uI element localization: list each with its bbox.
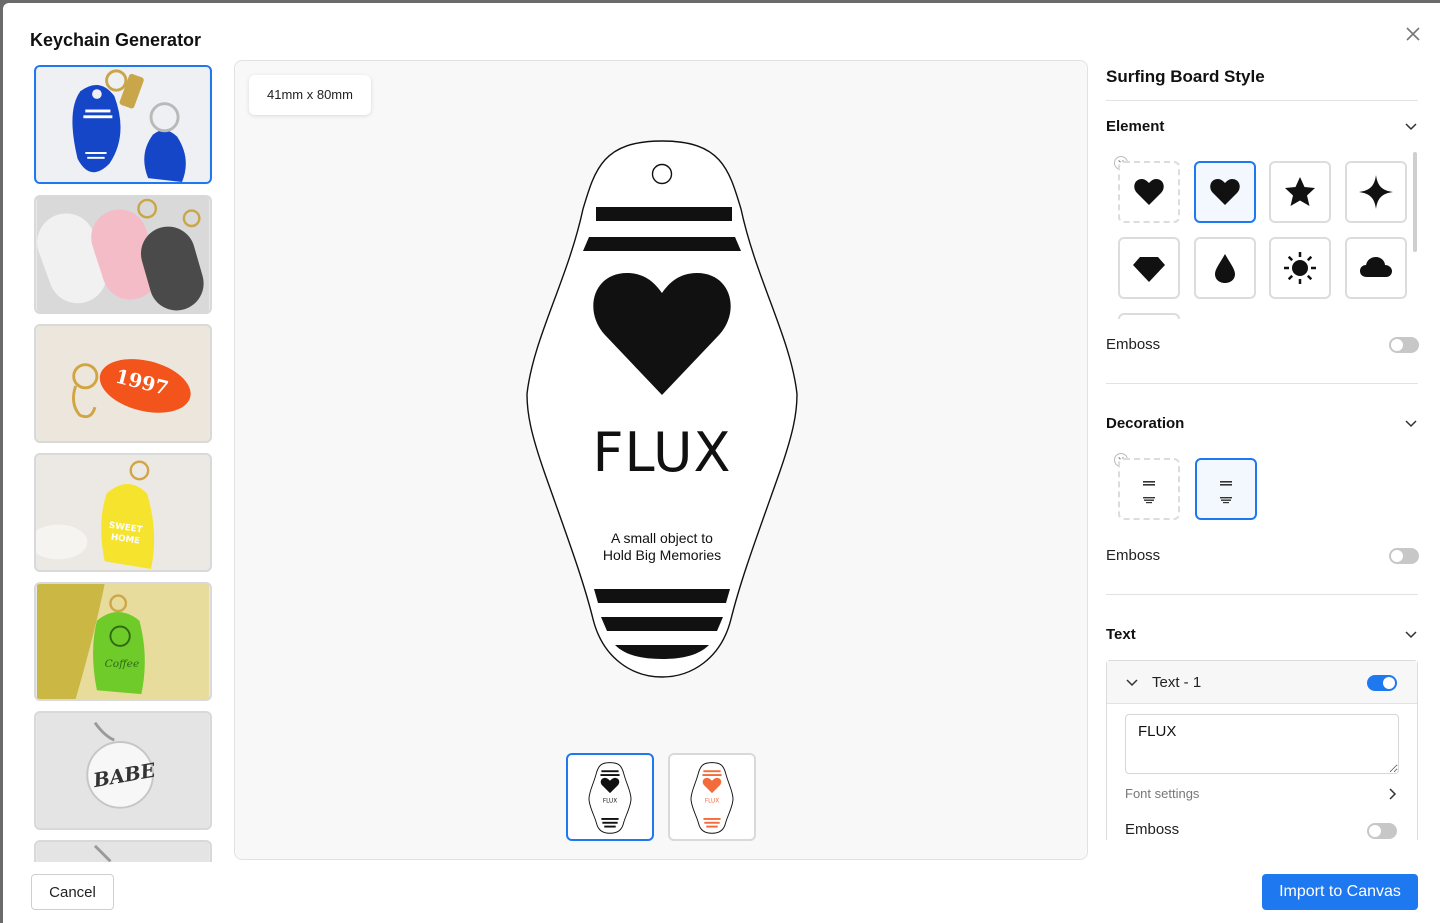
keychain-name-text: FLUX: [592, 421, 732, 484]
decoration-emboss-label: Emboss: [1106, 547, 1161, 564]
chevron-down-icon[interactable]: [1404, 120, 1418, 134]
template-thumbnail-list: 1997 SWEET HOME Coffee BABE: [34, 64, 214, 862]
preview-canvas: 41mm x 80mm FLUX A small object to Hold …: [234, 60, 1088, 860]
sparkle-icon: [1359, 175, 1393, 209]
text-value-input[interactable]: [1125, 714, 1399, 774]
variant-orange[interactable]: FLUX: [668, 753, 756, 841]
text-item-toggle[interactable]: [1367, 675, 1397, 691]
thumbnail-orange-1997-keychain[interactable]: 1997: [34, 324, 212, 443]
element-tile-partial[interactable]: [1118, 313, 1180, 319]
dialog-title: Keychain Generator: [30, 30, 202, 50]
element-emboss-toggle[interactable]: [1389, 337, 1419, 353]
variant-black-preview: FLUX: [588, 762, 632, 834]
element-tile-sun[interactable]: [1269, 237, 1331, 299]
text-emboss-toggle[interactable]: [1367, 823, 1397, 839]
orange-1997-keychain-photo: 1997: [36, 326, 210, 441]
yellow-sweet-home-keychain-photo: SWEET HOME: [36, 455, 210, 570]
text-emboss-label: Emboss: [1125, 821, 1180, 838]
divider: [1106, 383, 1418, 384]
top-stripe-1: [596, 207, 732, 221]
thumbnail-clear-pink-gray-keychains[interactable]: [34, 195, 212, 314]
chevron-down-icon[interactable]: [1404, 628, 1418, 642]
top-stripe-2: [583, 237, 741, 251]
variant-black-label: FLUX: [603, 799, 617, 805]
element-tile-diamond[interactable]: [1118, 237, 1180, 299]
element-tile-sparkle[interactable]: [1345, 161, 1407, 223]
section-title-decoration: Decoration: [1106, 415, 1185, 432]
thumbnail-green-coffee-keychain[interactable]: Coffee: [34, 582, 212, 701]
divider: [1106, 100, 1418, 101]
chevron-down-icon[interactable]: [1125, 676, 1139, 690]
chevron-down-icon[interactable]: [1404, 417, 1418, 431]
thumbnail-partial-keychain[interactable]: [34, 840, 212, 862]
decoration-tile-none[interactable]: [1118, 458, 1180, 520]
partial-keychain-photo: [36, 842, 210, 862]
keychain-outline: [526, 140, 798, 678]
cloud-icon: [1360, 257, 1392, 277]
section-title-element: Element: [1106, 118, 1165, 135]
variant-orange-label: FLUX: [705, 799, 719, 805]
sun-icon: [1284, 252, 1316, 284]
round-babe-keychain-photo: BABE: [36, 713, 210, 828]
variant-orange-preview: FLUX: [690, 762, 734, 834]
tagline-line-1: A small object to: [611, 530, 713, 546]
stripes-decoration-icon: [1220, 481, 1232, 504]
text-item-header[interactable]: Text - 1: [1107, 661, 1417, 704]
thumbnail-yellow-sweet-home-keychain[interactable]: SWEET HOME: [34, 453, 212, 572]
panel-title: Surfing Board Style: [1106, 67, 1265, 86]
diamond-icon: [1133, 257, 1165, 282]
element-tile-heart-2[interactable]: [1194, 161, 1256, 223]
thumbnail-round-babe-keychain[interactable]: BABE: [34, 711, 212, 830]
decoration-tile-stripes[interactable]: [1195, 458, 1257, 520]
heart-icon: [1210, 179, 1240, 205]
cancel-button[interactable]: Cancel: [31, 874, 114, 910]
blue-keychain-photo: [36, 67, 210, 182]
drop-icon: [1215, 254, 1235, 283]
thumbnail-blue-motel-keychain[interactable]: [34, 65, 212, 184]
element-tile-heart[interactable]: [1118, 161, 1180, 223]
text-item-label: Text - 1: [1152, 674, 1202, 691]
size-label: 41mm x 80mm: [249, 75, 371, 115]
element-emboss-label: Emboss: [1106, 336, 1161, 353]
stripes-decoration-icon: [1143, 481, 1155, 504]
clear-pink-gray-keychains-photo: [36, 197, 210, 312]
chevron-right-icon[interactable]: [1385, 787, 1399, 801]
keychain-preview: FLUX A small object to Hold Big Memories: [523, 139, 801, 679]
keychain-generator-dialog: Keychain Generator 1997 SWEET HOME Coffe…: [3, 3, 1440, 923]
decoration-emboss-toggle[interactable]: [1389, 548, 1419, 564]
element-scrollbar[interactable]: [1413, 152, 1417, 252]
element-tile-star[interactable]: [1269, 161, 1331, 223]
font-settings-label[interactable]: Font settings: [1125, 786, 1199, 801]
variant-black[interactable]: FLUX: [566, 753, 654, 841]
keychain-tagline: A small object to Hold Big Memories: [523, 530, 801, 564]
green-coffee-keychain-photo: Coffee: [36, 584, 210, 699]
import-to-canvas-button[interactable]: Import to Canvas: [1262, 874, 1418, 910]
heart-icon: [1134, 179, 1164, 205]
element-tile-drop[interactable]: [1194, 237, 1256, 299]
element-tile-cloud[interactable]: [1345, 237, 1407, 299]
close-icon[interactable]: [1403, 24, 1423, 44]
section-title-text: Text: [1106, 626, 1136, 643]
divider: [1106, 594, 1418, 595]
text-item-card: Text - 1 Font settings Emboss: [1106, 660, 1418, 840]
svg-text:Coffee: Coffee: [105, 657, 140, 670]
tagline-line-2: Hold Big Memories: [602, 547, 722, 563]
star-icon: [1285, 177, 1315, 206]
style-settings-panel: Surfing Board Style Element ✕: [1106, 60, 1421, 840]
